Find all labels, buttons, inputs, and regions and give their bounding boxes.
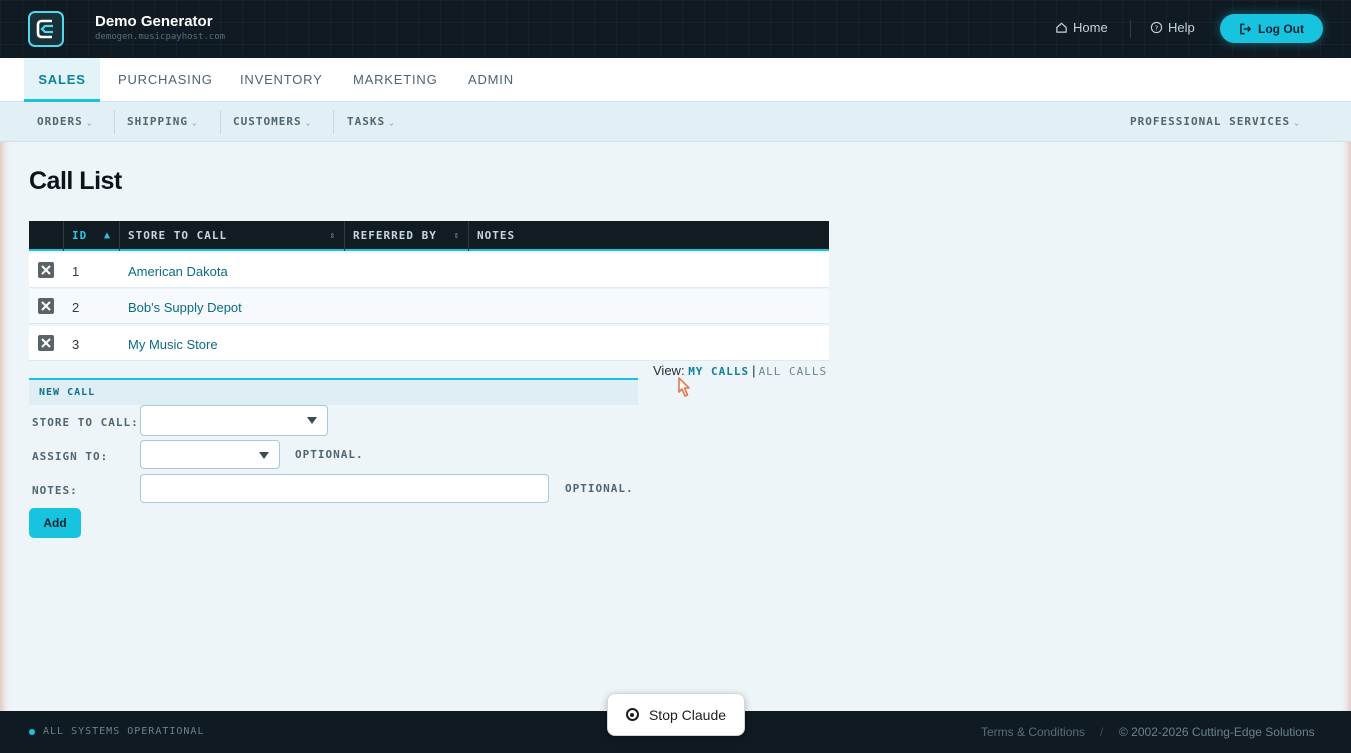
app-window: Demo Generator demogen.musicpayhost.com … <box>0 0 1351 753</box>
help-label: Help <box>1168 20 1195 35</box>
column-id-label: ID <box>72 229 88 242</box>
column-referred-by[interactable]: REFERRED BY ⇕ <box>344 221 468 251</box>
top-bar: Demo Generator demogen.musicpayhost.com … <box>0 0 1351 58</box>
logout-label: Log Out <box>1258 21 1304 36</box>
home-icon <box>1056 22 1067 33</box>
footer-separator: / <box>1100 725 1104 739</box>
row-id: 2 <box>72 300 80 315</box>
svg-text:?: ? <box>1155 23 1159 32</box>
assign-to-label: ASSIGN TO: <box>32 450 109 463</box>
notes-input[interactable] <box>140 474 549 503</box>
sort-icon: ⇕ <box>453 231 460 241</box>
table-row: 2 Bob's Supply Depot <box>29 289 829 324</box>
delete-row-icon[interactable] <box>38 298 54 314</box>
app-logo-icon[interactable] <box>28 11 64 47</box>
column-store[interactable]: STORE TO CALL ⇕ <box>119 221 344 251</box>
subnav-tasks[interactable]: TASKS ⌄ <box>347 115 395 128</box>
terms-link[interactable]: Terms & Conditions <box>981 725 1085 739</box>
top-divider <box>1130 20 1131 38</box>
store-to-call-select[interactable] <box>140 405 328 436</box>
view-separator: | <box>752 363 756 378</box>
notes-optional-note: OPTIONAL. <box>565 482 634 495</box>
add-call-button[interactable]: Add <box>29 508 81 538</box>
table-row: 3 My Music Store <box>29 326 829 361</box>
notes-label: NOTES: <box>32 484 78 497</box>
home-label: Home <box>1073 20 1108 35</box>
tab-sales[interactable]: SALES <box>24 58 100 102</box>
column-notes: NOTES <box>468 221 829 251</box>
chevron-down-icon: ⌄ <box>191 118 198 127</box>
store-to-call-label: STORE TO CALL: <box>32 416 139 429</box>
mouse-cursor-icon <box>678 377 690 397</box>
sort-asc-icon: ▲ <box>103 230 111 241</box>
subnav-orders-label: ORDERS <box>37 115 83 128</box>
tab-marketing[interactable]: MARKETING <box>353 58 437 102</box>
column-select <box>29 221 63 251</box>
subnav-divider <box>220 110 221 134</box>
row-store-link[interactable]: My Music Store <box>128 337 218 352</box>
view-my-calls-link[interactable]: MY CALLS <box>688 365 749 378</box>
status-indicator-icon <box>29 729 35 735</box>
sub-nav: ORDERS ⌄ SHIPPING ⌄ CUSTOMERS ⌄ TASKS ⌄ PROF… <box>0 102 1351 142</box>
column-store-label: STORE TO CALL <box>128 229 228 242</box>
subnav-professional-services-label: PROFESSIONAL SERVICES <box>1130 115 1291 128</box>
table-header: ID ▲ STORE TO CALL ⇕ REFERRED BY ⇕ NOTES <box>29 221 829 251</box>
subnav-customers-label: CUSTOMERS <box>233 115 302 128</box>
table-row: 1 American Dakota <box>29 253 829 288</box>
system-status: ALL SYSTEMS OPERATIONAL <box>43 726 205 737</box>
row-id: 3 <box>72 337 80 352</box>
main-tabs: SALES PURCHASING INVENTORY MARKETING ADM… <box>0 58 1351 102</box>
subnav-divider <box>114 110 115 134</box>
row-id: 1 <box>72 264 80 279</box>
stop-icon <box>625 708 639 721</box>
row-store-link[interactable]: Bob's Supply Depot <box>128 300 242 315</box>
column-referred-by-label: REFERRED BY <box>353 229 437 242</box>
stop-claude-label: Stop Claude <box>648 706 727 723</box>
view-all-calls-link[interactable]: ALL CALLS <box>759 365 828 378</box>
logout-icon <box>1240 23 1252 34</box>
column-notes-label: NOTES <box>477 229 516 242</box>
subnav-tasks-label: TASKS <box>347 115 386 128</box>
dropdown-arrow-icon <box>307 417 317 424</box>
chevron-down-icon: ⌄ <box>305 118 312 127</box>
logout-button[interactable]: Log Out <box>1220 14 1323 43</box>
home-link[interactable]: Home <box>1055 20 1108 35</box>
sort-icon: ⇕ <box>329 231 336 241</box>
subnav-shipping-label: SHIPPING <box>127 115 188 128</box>
tab-purchasing[interactable]: PURCHASING <box>118 58 213 102</box>
subnav-customers[interactable]: CUSTOMERS ⌄ <box>233 115 311 128</box>
dropdown-arrow-icon <box>259 452 269 459</box>
assign-optional-note: OPTIONAL. <box>295 448 364 461</box>
tab-inventory[interactable]: INVENTORY <box>240 58 323 102</box>
chevron-down-icon: ⌄ <box>86 118 93 127</box>
chevron-down-icon: ⌄ <box>389 118 395 127</box>
tab-admin[interactable]: ADMIN <box>468 58 514 102</box>
subnav-professional-services[interactable]: PROFESSIONAL SERVICES ⌄ <box>1130 115 1300 128</box>
app-title: Demo Generator <box>95 13 213 30</box>
page-title: Call List <box>29 167 122 195</box>
subnav-shipping[interactable]: SHIPPING ⌄ <box>127 115 198 128</box>
chevron-down-icon: ⌄ <box>1294 118 1300 127</box>
delete-row-icon[interactable] <box>38 262 54 278</box>
help-link[interactable]: ? Help <box>1150 20 1195 35</box>
row-store-link[interactable]: American Dakota <box>128 264 228 279</box>
stop-claude-button[interactable]: Stop Claude <box>607 693 745 736</box>
column-id[interactable]: ID ▲ <box>63 221 119 251</box>
help-icon: ? <box>1150 21 1163 34</box>
new-call-heading: NEW CALL <box>29 378 638 405</box>
subnav-divider <box>333 110 334 134</box>
copyright: © 2002-2026 Cutting-Edge Solutions <box>1119 725 1315 739</box>
delete-row-icon[interactable] <box>38 335 54 351</box>
app-host: demogen.musicpayhost.com <box>95 32 226 42</box>
assign-to-select[interactable] <box>140 440 280 469</box>
subnav-orders[interactable]: ORDERS ⌄ <box>37 115 93 128</box>
